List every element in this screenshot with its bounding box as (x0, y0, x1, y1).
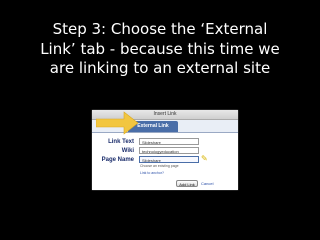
page-name-input[interactable]: Slideshare (139, 156, 199, 163)
wiki-input[interactable]: technologyeducation (139, 147, 199, 154)
page-name-label: Page Name (101, 157, 134, 163)
link-text-input[interactable]: Slideshare (139, 138, 199, 145)
cancel-link[interactable]: Cancel (201, 181, 213, 187)
anchor-link[interactable]: Link to anchor? (140, 171, 164, 176)
page-hint: Choose an existing page (140, 164, 179, 168)
arrow-right-icon (96, 111, 139, 135)
add-link-button[interactable]: Add Link (176, 180, 198, 187)
insert-link-dialog-screenshot: Insert Link External Link Link Text Slid… (92, 110, 238, 190)
pointer-cursor-icon: ✎ (201, 154, 208, 163)
wiki-label: Wiki (121, 148, 134, 154)
slide-caption: Step 3: Choose the ‘External Link’ tab -… (40, 20, 280, 77)
link-text-label: Link Text (108, 139, 134, 145)
